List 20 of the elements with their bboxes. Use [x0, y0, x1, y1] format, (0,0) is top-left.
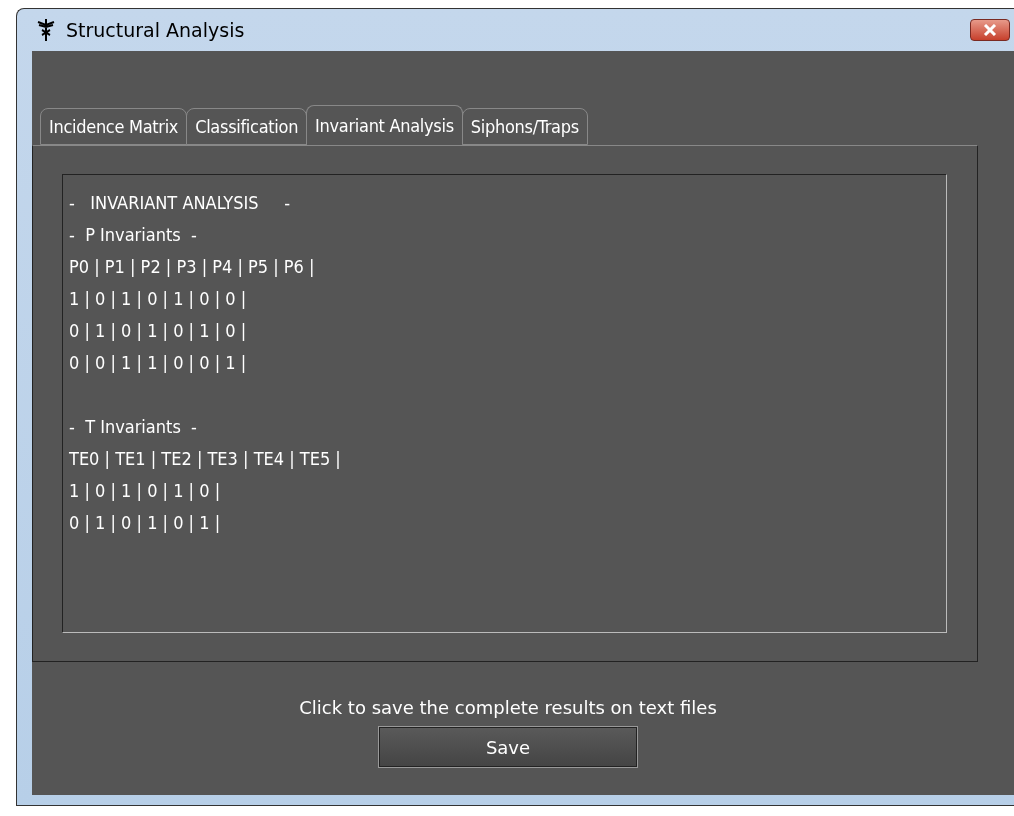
save-hint-text: Click to save the complete results on text files [299, 697, 717, 718]
result-line: 0 | 1 | 0 | 1 | 0 | 1 | [69, 511, 222, 535]
result-line: TE0 | TE1 | TE2 | TE3 | TE4 | TE5 | [69, 447, 342, 471]
tab[interactable]: Classification [186, 108, 308, 145]
result-line: - INVARIANT ANALYSIS - [69, 191, 292, 215]
result-line: 1 | 0 | 1 | 0 | 1 | 0 | 0 | [69, 287, 248, 311]
caduceus-icon [36, 18, 56, 42]
result-line: 0 | 0 | 1 | 1 | 0 | 0 | 1 | [69, 351, 248, 375]
result-line: 1 | 0 | 1 | 0 | 1 | 0 | [69, 479, 222, 503]
close-button[interactable] [970, 19, 1010, 41]
result-line: - T Invariants - [69, 415, 198, 439]
result-line: - P Invariants - [69, 223, 198, 247]
tab[interactable]: Invariant Analysis [306, 105, 463, 145]
window-title: Structural Analysis [66, 19, 245, 41]
close-icon [983, 24, 997, 36]
tab[interactable]: Incidence Matrix [40, 108, 188, 145]
tab[interactable]: Siphons/Traps [461, 108, 588, 145]
save-button[interactable]: Save [378, 726, 638, 768]
result-line: 0 | 1 | 0 | 1 | 0 | 1 | 0 | [69, 319, 248, 343]
result-line: P0 | P1 | P2 | P3 | P4 | P5 | P6 | [69, 255, 316, 279]
